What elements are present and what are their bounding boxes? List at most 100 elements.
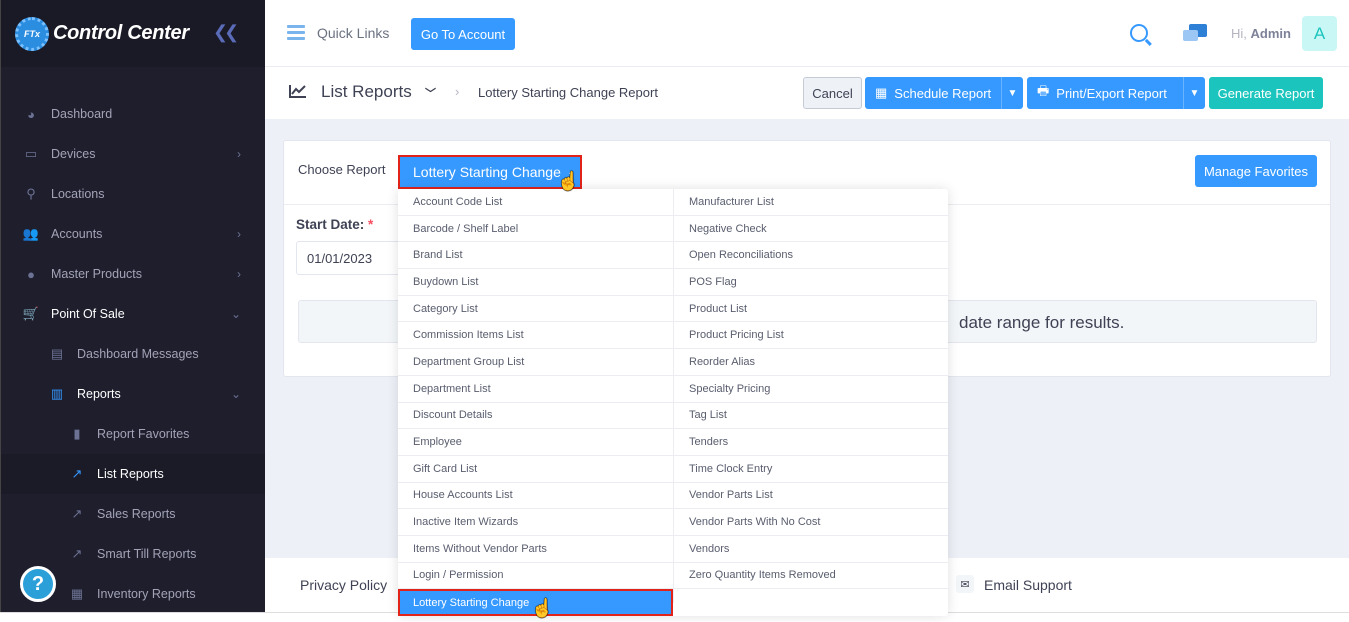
- chevron-down-icon[interactable]: ﹀: [425, 85, 436, 101]
- sidebar-item-dashboard[interactable]: ◕ Dashboard: [1, 94, 265, 134]
- bookmark-icon: ▮: [73, 426, 81, 441]
- sidebar-nav: ◕ Dashboard ▭ Devices › ⚲ Locations 👥 Ac…: [1, 94, 265, 614]
- menu-item[interactable]: Manufacturer List: [674, 189, 948, 216]
- greeting-text: Hi,: [1231, 26, 1247, 41]
- start-date-input[interactable]: 01/01/2023: [296, 241, 406, 275]
- breadcrumb-separator-icon: ›: [455, 84, 460, 99]
- page-title[interactable]: List Reports: [321, 82, 412, 102]
- menu-item[interactable]: Category List: [398, 296, 673, 323]
- menu-item[interactable]: Product List: [674, 296, 948, 323]
- menu-column-1: Account Code List Barcode / Shelf Label …: [398, 189, 673, 616]
- line-chart-icon: ↗: [71, 546, 83, 561]
- inventory-icon: ▦: [70, 586, 84, 601]
- avatar[interactable]: A: [1302, 16, 1337, 51]
- menu-item[interactable]: Specialty Pricing: [674, 376, 948, 403]
- menu-item[interactable]: Employee: [398, 429, 673, 456]
- menu-item[interactable]: Items Without Vendor Parts: [398, 536, 673, 563]
- printer-icon: 🖶: [1037, 83, 1050, 98]
- menu-item[interactable]: House Accounts List: [398, 483, 673, 510]
- sidebar-item-label: Report Favorites: [97, 427, 190, 441]
- go-to-account-button[interactable]: Go To Account: [411, 18, 515, 50]
- chevron-down-icon[interactable]: ▼: [1183, 77, 1205, 109]
- sidebar-item-reports[interactable]: ▥ Reports ⌄: [1, 374, 265, 414]
- cancel-button[interactable]: Cancel: [803, 77, 862, 109]
- menu-item[interactable]: Login / Permission: [398, 563, 673, 590]
- menu-item[interactable]: Account Code List: [398, 189, 673, 216]
- menu-item[interactable]: POS Flag: [674, 269, 948, 296]
- gear-logo-icon: FTx: [15, 16, 49, 51]
- schedule-report-button[interactable]: ▦ Schedule Report ▼: [865, 77, 1023, 109]
- mail-icon: ✉: [956, 575, 974, 593]
- sidebar-item-dashboard-messages[interactable]: ▤ Dashboard Messages: [1, 334, 265, 374]
- menu-item[interactable]: Gift Card List: [398, 456, 673, 483]
- sidebar-item-label: Sales Reports: [97, 507, 176, 521]
- menu-item[interactable]: Negative Check: [674, 216, 948, 243]
- menu-item[interactable]: Buydown List: [398, 269, 673, 296]
- menu-item[interactable]: Department Group List: [398, 349, 673, 376]
- sidebar-item-sales-reports[interactable]: ↗ Sales Reports: [1, 494, 265, 534]
- menu-item[interactable]: Commission Items List: [398, 322, 673, 350]
- menu-item[interactable]: Vendors: [674, 536, 948, 563]
- user-name: Admin: [1250, 26, 1291, 41]
- sidebar-item-report-favorites[interactable]: ▮ Report Favorites: [1, 414, 265, 454]
- menu-item[interactable]: Time Clock Entry: [674, 456, 948, 483]
- sidebar-item-label: Reports: [77, 387, 121, 401]
- selected-report: Lottery Starting Change: [413, 164, 561, 180]
- chat-icon[interactable]: [1183, 22, 1207, 44]
- start-date-text: Start Date:: [296, 217, 365, 232]
- choose-report-label: Choose Report: [298, 162, 386, 177]
- sidebar-item-master-products[interactable]: ● Master Products ›: [1, 254, 265, 294]
- menu-item[interactable]: Open Reconciliations: [674, 242, 948, 270]
- generate-report-button[interactable]: Generate Report: [1209, 77, 1323, 109]
- menu-item[interactable]: Zero Quantity Items Removed: [674, 563, 948, 590]
- sidebar-item-label: List Reports: [97, 467, 164, 481]
- line-chart-icon: ↗: [71, 466, 83, 481]
- collapse-sidebar-icon[interactable]: ❮❮: [213, 22, 239, 43]
- sidebar-item-accounts[interactable]: 👥 Accounts ›: [1, 214, 265, 254]
- sidebar-item-locations[interactable]: ⚲ Locations: [1, 174, 265, 214]
- sidebar-item-label: Dashboard Messages: [77, 347, 199, 361]
- chevron-down-icon[interactable]: ▼: [1001, 77, 1023, 109]
- sidebar-item-point-of-sale[interactable]: 🛒 Point Of Sale ⌄: [1, 294, 265, 334]
- menu-item[interactable]: Brand List: [398, 242, 673, 270]
- hand-cursor-icon: ☝: [531, 598, 554, 618]
- sidebar-item-label: Dashboard: [51, 107, 113, 121]
- bar-chart-icon: ▥: [50, 386, 64, 401]
- sidebar-item-label: Accounts: [51, 227, 103, 241]
- menu-item[interactable]: Tenders: [674, 429, 948, 456]
- menu-item[interactable]: Vendor Parts List: [674, 483, 948, 510]
- menu-item[interactable]: Product Pricing List: [674, 322, 948, 350]
- help-button[interactable]: ?: [20, 566, 56, 602]
- menu-item[interactable]: Inactive Item Wizards: [398, 509, 673, 536]
- manage-favorites-button[interactable]: Manage Favorites: [1195, 155, 1317, 187]
- choose-report-dropdown[interactable]: Lottery Starting Change ⌄: [398, 155, 582, 189]
- menu-item[interactable]: Tag List: [674, 403, 948, 430]
- sidebar-item-list-reports[interactable]: ↗ List Reports: [1, 454, 265, 494]
- menu-item[interactable]: Department List: [398, 376, 673, 403]
- menu-icon[interactable]: [287, 25, 305, 41]
- brand-name: Control Center: [53, 22, 189, 44]
- chevron-down-icon: ⌄: [230, 387, 241, 401]
- email-support-link[interactable]: Email Support: [984, 577, 1072, 593]
- sidebar-item-label: Inventory Reports: [97, 587, 196, 601]
- user-greeting[interactable]: Hi, Admin: [1231, 26, 1291, 41]
- menu-item[interactable]: Vendor Parts With No Cost: [674, 509, 948, 536]
- info-message-text: date range for results.: [959, 313, 1125, 332]
- search-icon[interactable]: [1130, 24, 1148, 42]
- report-dropdown-menu: Account Code List Barcode / Shelf Label …: [398, 189, 948, 616]
- line-chart-icon: [289, 84, 307, 102]
- brand-logo[interactable]: FTx Control Center: [15, 16, 189, 51]
- top-header: Quick Links Go To Account Hi, Admin A: [265, 0, 1349, 67]
- sidebar-item-devices[interactable]: ▭ Devices ›: [1, 134, 265, 174]
- schedule-report-label: Schedule Report: [894, 85, 992, 101]
- print-export-button[interactable]: 🖶 Print/Export Report ▼: [1027, 77, 1205, 109]
- sidebar-item-label: Master Products: [51, 267, 143, 281]
- privacy-policy-link[interactable]: Privacy Policy: [300, 577, 387, 593]
- calendar-icon: ▦: [875, 85, 888, 100]
- quick-links[interactable]: Quick Links: [317, 25, 389, 41]
- menu-item[interactable]: Discount Details: [398, 403, 673, 430]
- menu-item[interactable]: Reorder Alias: [674, 349, 948, 376]
- menu-item[interactable]: Barcode / Shelf Label: [398, 216, 673, 243]
- chevron-down-icon: ⌄: [230, 307, 241, 321]
- messages-icon: ▤: [50, 346, 64, 361]
